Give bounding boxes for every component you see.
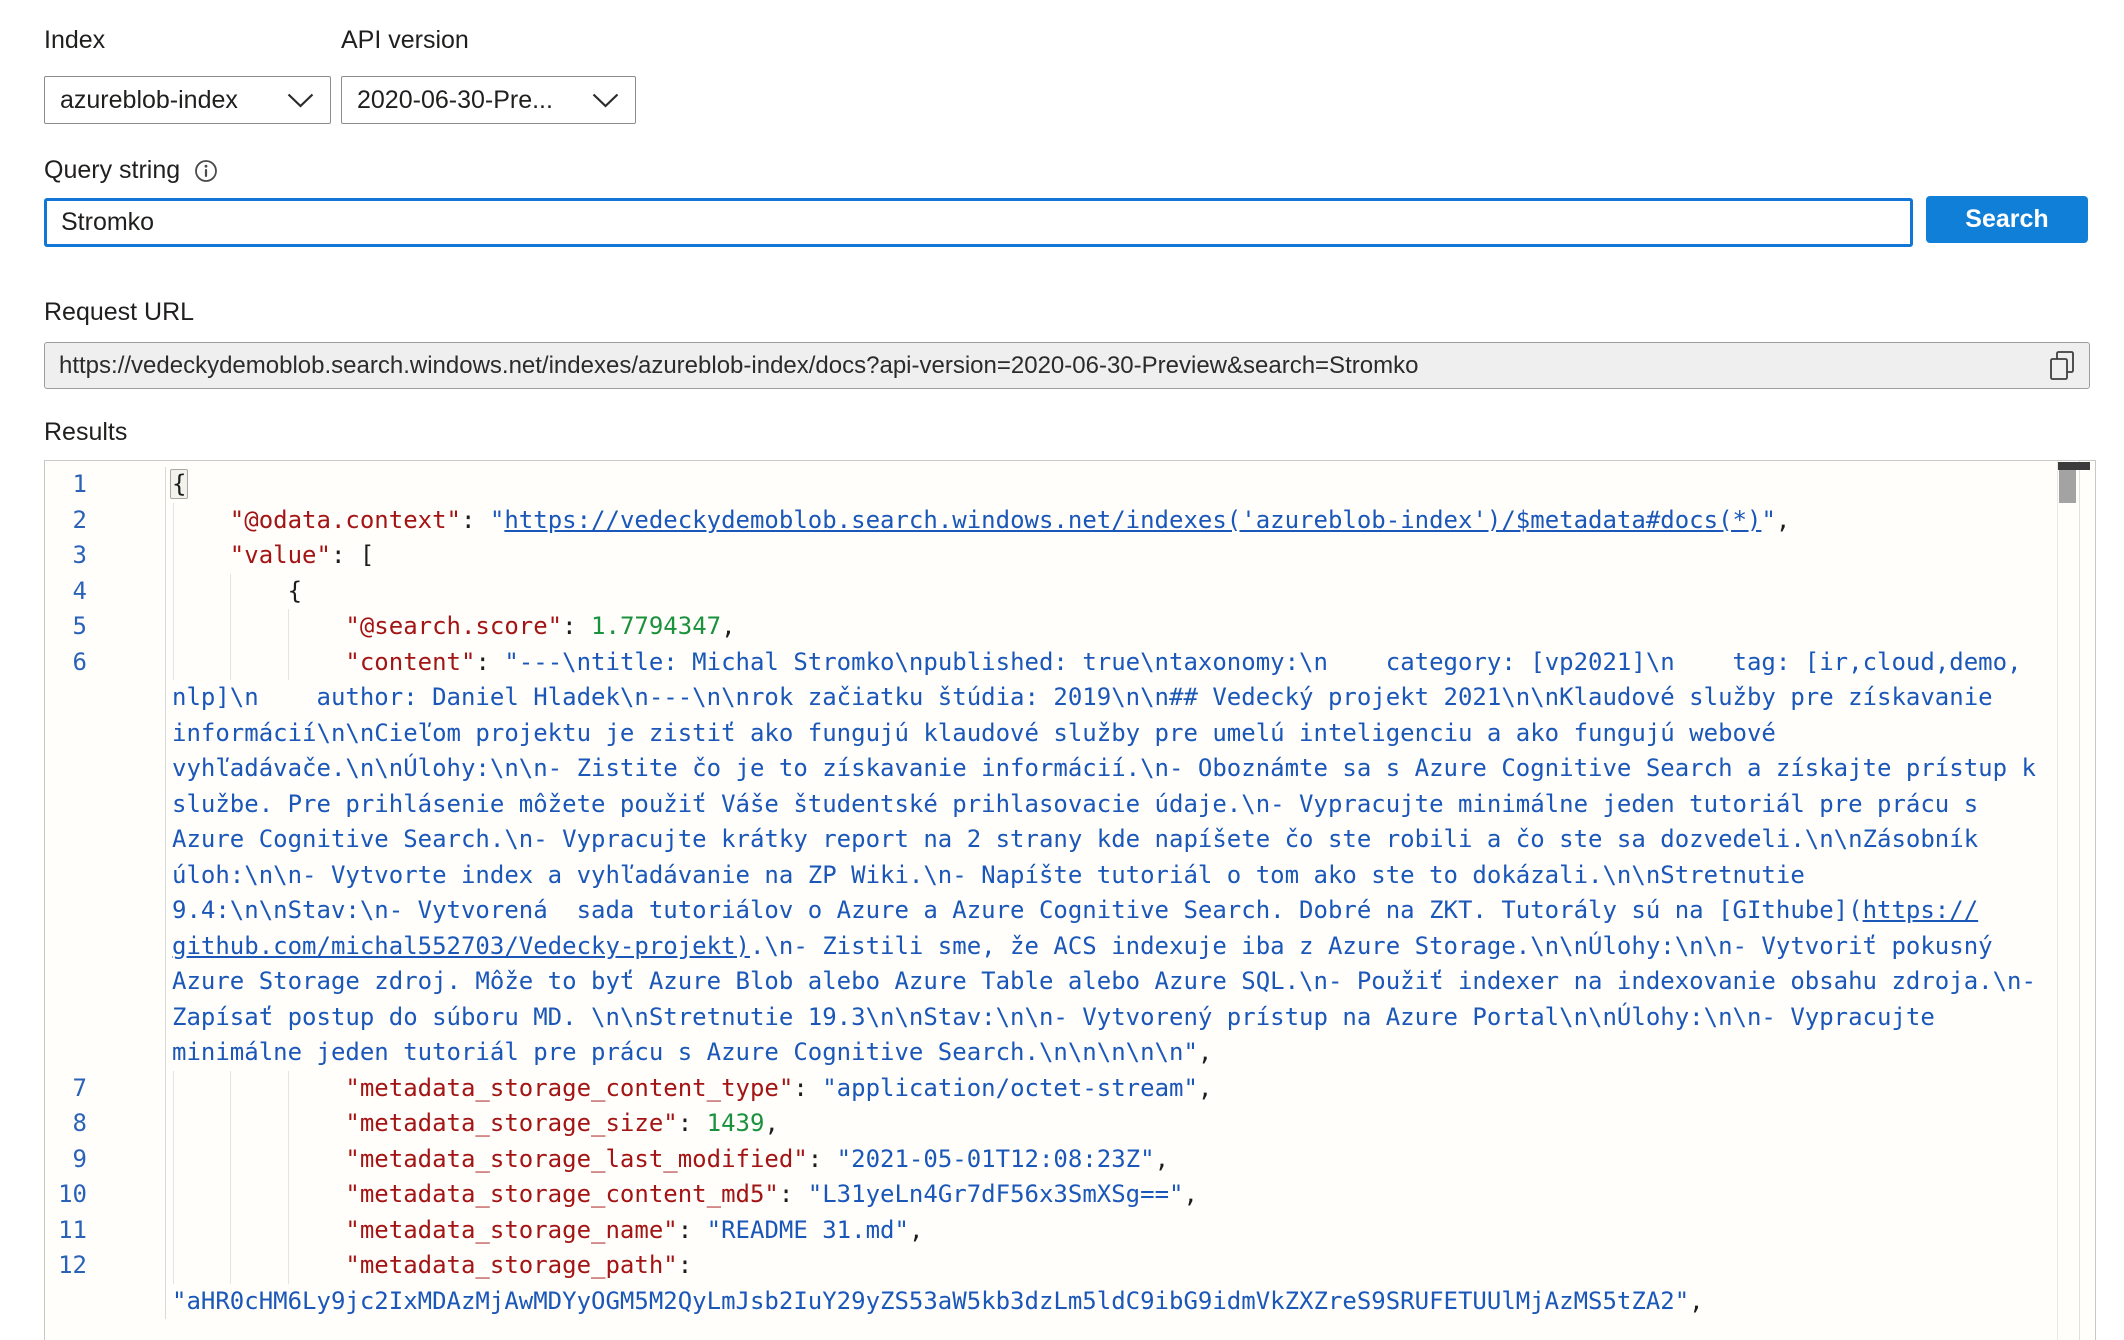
api-version-label: API version — [341, 26, 469, 55]
code-line: { — [166, 574, 2055, 610]
editor-row: 9.4:\n\nStav:\n- Vytvorená sada tutoriál… — [45, 893, 2055, 929]
scrollbar-top-cap — [2058, 462, 2090, 470]
editor-row: 6 "content": "---\ntitle: Michal Stromko… — [45, 645, 2055, 681]
results-label: Results — [44, 418, 127, 447]
line-number — [45, 751, 166, 787]
request-url-label: Request URL — [44, 298, 194, 327]
line-number — [45, 787, 166, 823]
code-line: "metadata_storage_name": "README 31.md", — [166, 1213, 2055, 1249]
code-line: "@odata.context": "https://vedeckydemobl… — [166, 503, 2055, 539]
editor-row: Azure Storage zdroj. Môže to byť Azure B… — [45, 964, 2055, 1000]
line-number: 11 — [45, 1213, 166, 1249]
code-line: Zapísať postup do súboru MD. \n\nStretnu… — [166, 1000, 2055, 1036]
editor-row: službe. Pre prihlásenie môžete použiť Vá… — [45, 787, 2055, 823]
editor-row: 9 "metadata_storage_last_modified": "202… — [45, 1142, 2055, 1178]
search-button[interactable]: Search — [1926, 196, 2088, 243]
scrollbar-thumb[interactable] — [2059, 470, 2076, 503]
line-number: 1 — [45, 467, 166, 503]
line-number — [45, 893, 166, 929]
code-line: úloh:\n\n- Vytvorte index a vyhľadávanie… — [166, 858, 2055, 894]
editor-row: 5 "@search.score": 1.7794347, — [45, 609, 2055, 645]
editor-row: Zapísať postup do súboru MD. \n\nStretnu… — [45, 1000, 2055, 1036]
editor-row: 10 "metadata_storage_content_md5": "L31y… — [45, 1177, 2055, 1213]
code-line: službe. Pre prihlásenie môžete použiť Vá… — [166, 787, 2055, 823]
request-url-box — [44, 342, 2090, 389]
query-string-label: Query string — [44, 156, 180, 185]
line-number — [45, 680, 166, 716]
code-line: 9.4:\n\nStav:\n- Vytvorená sada tutoriál… — [166, 893, 2055, 929]
editor-margin-rule — [2057, 461, 2058, 1340]
index-label: Index — [44, 26, 105, 55]
api-version-select[interactable]: 2020-06-30-Pre... — [341, 76, 636, 124]
line-number: 12 — [45, 1248, 166, 1284]
chevron-down-icon — [592, 93, 619, 108]
query-string-input[interactable] — [44, 198, 1913, 247]
code-line: github.com/michal552703/Vedecky-projekt)… — [166, 929, 2055, 965]
editor-row: úloh:\n\n- Vytvorte index a vyhľadávanie… — [45, 858, 2055, 894]
code-line: { — [166, 467, 2055, 503]
editor-row: 4 { — [45, 574, 2055, 610]
editor-row: vyhľadávače.\n\nÚlohy:\n\n- Zistite čo j… — [45, 751, 2055, 787]
editor-row: nlp]\n author: Daniel Hladek\n---\n\nrok… — [45, 680, 2055, 716]
editor-row: github.com/michal552703/Vedecky-projekt)… — [45, 929, 2055, 965]
code-line: "metadata_storage_content_md5": "L31yeLn… — [166, 1177, 2055, 1213]
api-version-select-value: 2020-06-30-Pre... — [357, 86, 553, 115]
editor-row: 12 "metadata_storage_path": — [45, 1248, 2055, 1284]
code-line: "metadata_storage_size": 1439, — [166, 1106, 2055, 1142]
editor-row: minimálne jeden tutoriál pre prácu s Azu… — [45, 1035, 2055, 1071]
code-line: vyhľadávače.\n\nÚlohy:\n\n- Zistite čo j… — [166, 751, 2055, 787]
line-number: 2 — [45, 503, 166, 539]
code-line: "@search.score": 1.7794347, — [166, 609, 2055, 645]
line-number — [45, 716, 166, 752]
chevron-down-icon — [287, 93, 314, 108]
line-number: 10 — [45, 1177, 166, 1213]
code-line: "metadata_storage_path": — [166, 1248, 2055, 1284]
scrollbar-track — [2079, 461, 2080, 1340]
index-select-value: azureblob-index — [60, 86, 238, 115]
code-line: Azure Cognitive Search.\n- Vypracujte kr… — [166, 822, 2055, 858]
code-line: "content": "---\ntitle: Michal Stromko\n… — [166, 645, 2055, 681]
copy-icon[interactable] — [2049, 350, 2075, 382]
code-line: minimálne jeden tutoriál pre prácu s Azu… — [166, 1035, 2055, 1071]
line-number — [45, 1035, 166, 1071]
line-number: 5 — [45, 609, 166, 645]
editor-row: 8 "metadata_storage_size": 1439, — [45, 1106, 2055, 1142]
editor-row: 1{ — [45, 467, 2055, 503]
editor-row: 2 "@odata.context": "https://vedeckydemo… — [45, 503, 2055, 539]
line-number: 7 — [45, 1071, 166, 1107]
editor-row: 3 "value": [ — [45, 538, 2055, 574]
line-number: 9 — [45, 1142, 166, 1178]
editor-row: 11 "metadata_storage_name": "README 31.m… — [45, 1213, 2055, 1249]
code-line: "value": [ — [166, 538, 2055, 574]
line-number: 8 — [45, 1106, 166, 1142]
line-number: 3 — [45, 538, 166, 574]
code-line: informácií\n\nCieľom projektu je zistiť … — [166, 716, 2055, 752]
line-number: 4 — [45, 574, 166, 610]
index-select[interactable]: azureblob-index — [44, 76, 331, 124]
code-line: "metadata_storage_content_type": "applic… — [166, 1071, 2055, 1107]
results-editor-rows: 1{2 "@odata.context": "https://vedeckyde… — [45, 461, 2055, 1319]
line-number: 6 — [45, 645, 166, 681]
line-number — [45, 929, 166, 965]
info-icon[interactable] — [194, 159, 218, 183]
line-number — [45, 858, 166, 894]
code-line: "aHR0cHM6Ly9jc2IxMDAzMjAwMDYyOGM5M2QyLmJ… — [166, 1284, 2055, 1320]
line-number — [45, 822, 166, 858]
editor-row: 7 "metadata_storage_content_type": "appl… — [45, 1071, 2055, 1107]
results-editor[interactable]: 1{2 "@odata.context": "https://vedeckyde… — [44, 460, 2096, 1340]
editor-row: informácií\n\nCieľom projektu je zistiť … — [45, 716, 2055, 752]
editor-row: Azure Cognitive Search.\n- Vypracujte kr… — [45, 822, 2055, 858]
line-number — [45, 1284, 166, 1320]
editor-row: "aHR0cHM6Ly9jc2IxMDAzMjAwMDYyOGM5M2QyLmJ… — [45, 1284, 2055, 1320]
request-url-input[interactable] — [45, 352, 2049, 380]
line-number — [45, 964, 166, 1000]
line-number — [45, 1000, 166, 1036]
code-line: nlp]\n author: Daniel Hladek\n---\n\nrok… — [166, 680, 2055, 716]
code-line: Azure Storage zdroj. Môže to byť Azure B… — [166, 964, 2055, 1000]
code-line: "metadata_storage_last_modified": "2021-… — [166, 1142, 2055, 1178]
